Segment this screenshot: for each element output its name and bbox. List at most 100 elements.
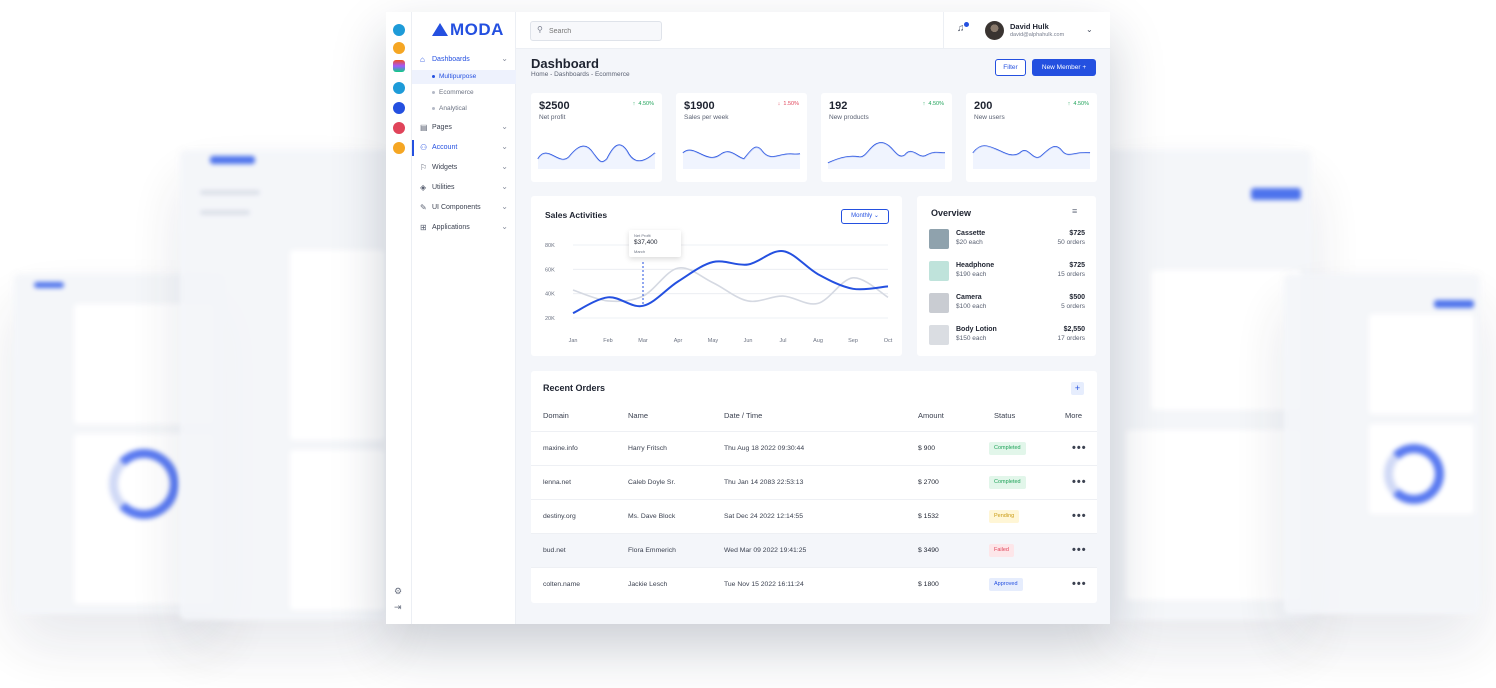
add-icon[interactable]: + — [1071, 382, 1084, 395]
top-bar: ⚲ ♫ David Hulk david@alphahulk.com ⌄ — [516, 12, 1110, 49]
sidebar-item-pages[interactable]: ▤ Pages ⌄ — [412, 120, 516, 136]
cell-date: Wed Mar 09 2022 19:41:25 — [724, 547, 807, 554]
figma-icon[interactable] — [393, 60, 405, 72]
discord-icon[interactable] — [393, 102, 405, 114]
sidebar-item-applications[interactable]: ⊞ Applications ⌄ — [412, 220, 516, 236]
kpi-change: ↓ 1.50% — [778, 101, 799, 107]
sparkline — [682, 146, 801, 169]
layers-icon: ◈ — [420, 183, 427, 192]
series-line-primary[interactable] — [572, 250, 889, 315]
bell-icon[interactable]: ♫ — [957, 22, 969, 34]
cell-domain: bud.net — [543, 547, 566, 554]
column-header-status[interactable]: Status — [994, 406, 1015, 426]
page-icon: ▤ — [420, 123, 428, 132]
new-member-button[interactable]: New Member + — [1032, 59, 1096, 76]
product-orders: 50 orders — [1057, 239, 1085, 246]
column-header-domain[interactable]: Domain — [543, 406, 569, 426]
cell-name: Caleb Doyle Sr. — [628, 479, 676, 486]
kpi-card-net-profit: $2500 Net profit ↑ 4.50% — [531, 93, 662, 182]
search-input[interactable] — [549, 25, 657, 38]
product-name: Camera — [956, 294, 982, 301]
sketch-icon[interactable] — [393, 42, 405, 54]
sidebar-item-widgets[interactable]: ⚐ Widgets ⌄ — [412, 160, 516, 176]
kpi-change: ↑ 4.50% — [923, 101, 944, 107]
sidebar-item-account[interactable]: ⚇ Account ⌄ — [412, 140, 516, 156]
y-tick-label: 80K — [545, 243, 555, 249]
search-box[interactable]: ⚲ — [530, 21, 662, 41]
more-icon[interactable]: ••• — [1072, 432, 1087, 464]
column-header-more[interactable]: More — [1065, 406, 1082, 426]
product-price: $100 each — [956, 303, 987, 310]
x-tick-label: Oct — [884, 338, 893, 344]
brand-name: MODA — [450, 20, 504, 39]
overview-card: Overview ≡ Cassette $20 each $725 50 orders… — [917, 196, 1096, 356]
more-icon[interactable]: ••• — [1072, 534, 1087, 566]
arrow-down-icon: ↓ — [777, 101, 781, 107]
more-icon[interactable]: ••• — [1072, 500, 1087, 532]
user-name: David Hulk — [1010, 22, 1049, 31]
column-header-name[interactable]: Name — [628, 406, 648, 426]
x-tick-label: May — [708, 338, 719, 344]
sidebar-subitem-label: Ecommerce — [439, 89, 474, 96]
kpi-label: Net profit — [539, 114, 566, 121]
brand-logo[interactable]: MODA — [432, 20, 504, 40]
paper-plane-icon[interactable] — [393, 142, 405, 154]
filter-button[interactable]: Filter — [995, 59, 1026, 76]
sidebar: MODA ⌂ Dashboards ⌄ Multipurpose Ecommer… — [412, 12, 516, 624]
logout-icon[interactable]: ⇥ — [394, 602, 402, 613]
arrow-up-icon: ↑ — [632, 101, 636, 107]
kpi-label: Sales per week — [684, 114, 729, 121]
more-icon[interactable]: ••• — [1072, 466, 1087, 498]
sidebar-subitem-multipurpose[interactable]: Multipurpose — [412, 70, 516, 84]
tool-icon[interactable] — [393, 24, 405, 36]
recent-orders-card: Recent Orders + Domain Name Date / Time … — [531, 371, 1097, 603]
chevron-down-icon[interactable]: ⌄ — [1086, 25, 1093, 34]
cell-amount: $ 2700 — [918, 479, 939, 486]
x-tick-label: Jun — [744, 338, 753, 344]
chevron-down-icon: ⌄ — [501, 122, 508, 131]
sales-activities-card: Sales Activities Monthly ⌄ 80K 60K 40K 20K J… — [531, 196, 902, 356]
overview-item[interactable]: Headphone $190 each $725 15 orders — [929, 260, 1085, 282]
breadcrumb: Home - Dashboards - Ecommerce — [531, 71, 630, 78]
table-row[interactable]: lenna.net Caleb Doyle Sr. Thu Jan 14 2083 … — [531, 465, 1097, 499]
column-header-date[interactable]: Date / Time — [724, 406, 762, 426]
brush-icon: ✎ — [420, 203, 427, 212]
sidebar-item-dashboards[interactable]: ⌂ Dashboards ⌄ — [412, 52, 516, 68]
chart-app-icon[interactable] — [393, 82, 405, 94]
cell-amount: $ 1800 — [918, 581, 939, 588]
column-header-amount[interactable]: Amount — [918, 406, 944, 426]
sidebar-item-label: UI Components — [432, 204, 481, 211]
background-mockup-right-far — [1284, 274, 1480, 614]
overview-item[interactable]: Cassette $20 each $725 50 orders — [929, 228, 1085, 250]
overview-item[interactable]: Camera $100 each $500 5 orders — [929, 292, 1085, 314]
product-orders: 15 orders — [1057, 271, 1085, 278]
tooltip-value: $37,400 — [634, 239, 658, 246]
sidebar-subitem-label: Analytical — [439, 105, 467, 112]
settings-icon[interactable]: ⚙ — [394, 586, 402, 597]
sparkline — [537, 144, 656, 169]
sidebar-subitem-ecommerce[interactable]: Ecommerce — [412, 86, 516, 100]
table-row[interactable]: destiny.org Ms. Dave Block Sat Dec 24 2022… — [531, 499, 1097, 533]
table-row[interactable]: maxine.info Harry Fritsch Thu Aug 18 2022 … — [531, 431, 1097, 465]
kpi-change: ↑ 4.50% — [633, 101, 654, 107]
more-icon[interactable]: ••• — [1072, 568, 1087, 600]
overview-item[interactable]: Body Lotion $150 each $2,550 17 orders — [929, 324, 1085, 346]
product-thumbnail — [929, 325, 949, 345]
bookmark-icon: ⚐ — [420, 163, 428, 172]
menu-icon[interactable]: ≡ — [1072, 206, 1077, 216]
recent-orders-title: Recent Orders — [543, 383, 606, 393]
home-icon: ⌂ — [420, 55, 425, 64]
sidebar-item-utilities[interactable]: ◈ Utilities ⌄ — [412, 180, 516, 196]
invision-icon[interactable] — [393, 122, 405, 134]
kpi-card-sales-per-week: $1900 Sales per week ↓ 1.50% — [676, 93, 807, 182]
search-icon: ⚲ — [537, 25, 543, 34]
status-badge: Completed — [989, 476, 1026, 489]
sidebar-item-ui-components[interactable]: ✎ UI Components ⌄ — [412, 200, 516, 216]
cell-date: Thu Jan 14 2083 22:53:13 — [724, 479, 804, 486]
sidebar-subitem-analytical[interactable]: Analytical — [412, 102, 516, 116]
table-row[interactable]: colten.name Jackie Lesch Tue Nov 15 2022 1… — [531, 567, 1097, 601]
product-thumbnail — [929, 293, 949, 313]
background-mockup-left — [180, 150, 390, 620]
avatar[interactable] — [985, 21, 1004, 40]
table-row[interactable]: bud.net Flora Emmerich Wed Mar 09 2022 19:… — [531, 533, 1097, 567]
